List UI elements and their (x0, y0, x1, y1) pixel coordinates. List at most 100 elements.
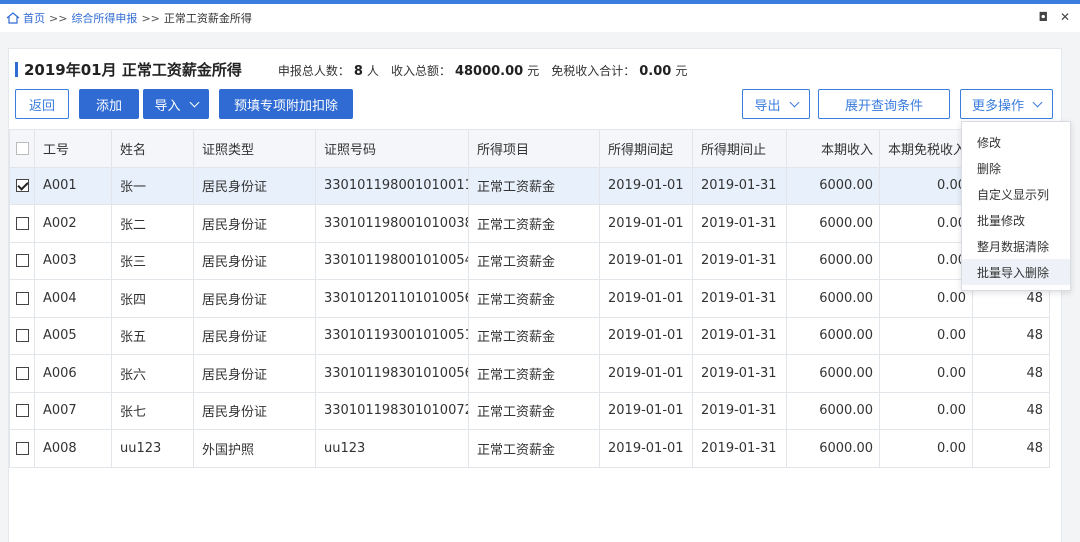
cell-id-type: 居民身份证 (193, 279, 316, 318)
cell-income-item: 正常工资薪金 (468, 279, 600, 318)
cell-income: 6000.00 (786, 391, 880, 430)
row-select-cell[interactable] (9, 316, 35, 355)
cell-income: 6000.00 (786, 354, 880, 393)
cell-period-start: 2019-01-01 (599, 354, 693, 393)
row-select-cell[interactable] (9, 354, 35, 393)
cell-period-end: 2019-01-31 (692, 166, 787, 205)
cell-id: A005 (34, 316, 112, 355)
row-select-cell[interactable] (9, 391, 35, 430)
table-row[interactable]: A008 uu123 外国护照 uu123 正常工资薪金 2019-01-01 2019-0… (9, 429, 1050, 468)
title-accent-bar (15, 62, 18, 77)
back-button[interactable]: 返回 (15, 89, 69, 119)
cell-id: A002 (34, 204, 112, 243)
row-checkbox[interactable] (15, 404, 29, 418)
row-select-cell[interactable] (9, 204, 35, 243)
menu-item-clear-month[interactable]: 整月数据清除 (962, 233, 1070, 259)
row-select-cell[interactable] (9, 279, 35, 318)
row-checkbox[interactable] (15, 254, 29, 268)
table-row[interactable]: A002 张二 居民身份证 330101198001010038 正常工资薪金 2019-… (9, 204, 1050, 243)
table-row[interactable]: A001 张一 居民身份证 330101198001010011 正常工资薪金 2019-… (9, 166, 1050, 205)
col-header-id[interactable]: 工号 (34, 129, 112, 168)
breadcrumb-separator: >> (141, 11, 160, 25)
col-header-name[interactable]: 姓名 (111, 129, 194, 168)
col-header-id-type[interactable]: 证照类型 (193, 129, 316, 168)
cell-period-end: 2019-01-31 (692, 204, 787, 243)
cell-period-start: 2019-01-01 (599, 204, 693, 243)
cell-name: 张二 (111, 204, 194, 243)
table-row[interactable]: A006 张六 居民身份证 330101198301010056 正常工资薪金 2019-… (9, 354, 1050, 393)
count-value: 8 (353, 64, 363, 79)
cell-period-end: 2019-01-31 (692, 279, 787, 318)
close-icon[interactable]: ✕ (1060, 10, 1070, 24)
row-checkbox[interactable] (15, 216, 29, 230)
col-header-id-number[interactable]: 证照号码 (315, 129, 469, 168)
cell-income-item: 正常工资薪金 (468, 166, 600, 205)
restore-icon[interactable]: ◘ (1038, 10, 1048, 24)
row-checkbox[interactable] (15, 441, 29, 455)
taxfree-unit: 元 (675, 64, 688, 78)
breadcrumb-separator: >> (49, 11, 68, 25)
cell-extra: 48 (972, 354, 1050, 393)
row-select-cell[interactable] (9, 166, 35, 205)
table-row[interactable]: A007 张七 居民身份证 330101198301010072 正常工资薪金 2019-… (9, 391, 1050, 430)
menu-item-batch-import-delete[interactable]: 批量导入删除 (962, 259, 1070, 285)
cell-period-end: 2019-01-31 (692, 316, 787, 355)
chevron-down-icon (1032, 97, 1043, 107)
cell-period-start: 2019-01-01 (599, 316, 693, 355)
cell-id-number: 330101198001010011 (315, 166, 469, 205)
cell-income-item: 正常工资薪金 (468, 316, 600, 355)
add-button[interactable]: 添加 (79, 89, 139, 119)
row-checkbox[interactable] (15, 291, 29, 305)
cell-id-number: uu123 (315, 429, 469, 468)
menu-item-edit[interactable]: 修改 (962, 129, 1070, 155)
table-row[interactable]: A003 张三 居民身份证 330101198001010054 正常工资薪金 2019-… (9, 241, 1050, 280)
col-header-period-start[interactable]: 所得期间起 (599, 129, 693, 168)
cell-name: 张七 (111, 391, 194, 430)
row-checkbox[interactable] (15, 366, 29, 380)
cell-extra: 48 (972, 391, 1050, 430)
cell-period-start: 2019-01-01 (599, 241, 693, 280)
menu-item-custom-columns[interactable]: 自定义显示列 (962, 181, 1070, 207)
breadcrumb-level2-link[interactable]: 综合所得申报 (71, 10, 137, 26)
col-header-income[interactable]: 本期收入 (786, 129, 880, 168)
prefill-deduction-button[interactable]: 预填专项附加扣除 (219, 89, 353, 119)
income-value: 48000.00 (454, 64, 524, 79)
taxfree-value: 0.00 (639, 64, 672, 79)
chevron-down-icon (189, 97, 199, 107)
cell-id: A003 (34, 241, 112, 280)
col-header-income-item[interactable]: 所得项目 (468, 129, 600, 168)
menu-item-batch-edit[interactable]: 批量修改 (962, 207, 1070, 233)
select-all-cell[interactable] (9, 129, 35, 168)
cell-name: 张四 (111, 279, 194, 318)
breadcrumb-home-link[interactable]: 首页 (23, 10, 45, 26)
cell-id-number: 330101198001010054 (315, 241, 469, 280)
col-header-taxfree[interactable]: 本期免税收入 (879, 129, 973, 168)
cell-period-end: 2019-01-31 (692, 354, 787, 393)
cell-id-type: 外国护照 (193, 429, 316, 468)
cell-id-number: 330101198301010056 (315, 354, 469, 393)
cell-taxfree: 0.00 (879, 429, 973, 468)
more-actions-label: 更多操作 (971, 98, 1024, 114)
export-button[interactable]: 导出 (742, 89, 810, 119)
menu-item-delete[interactable]: 删除 (962, 155, 1070, 181)
main-panel: 2019年01月 正常工资薪金所得 申报总人数： 8 人 收入总额： 48000… (8, 48, 1062, 542)
cell-name: 张一 (111, 166, 194, 205)
cell-income: 6000.00 (786, 166, 880, 205)
cell-income-item: 正常工资薪金 (468, 391, 600, 430)
row-select-cell[interactable] (9, 241, 35, 280)
cell-id-number: 330101201101010056 (315, 279, 469, 318)
select-all-checkbox[interactable] (15, 141, 29, 155)
row-select-cell[interactable] (9, 429, 35, 468)
cell-id: A004 (34, 279, 112, 318)
table-row[interactable]: A005 张五 居民身份证 330101193001010051 正常工资薪金 2019-… (9, 316, 1050, 355)
row-checkbox[interactable] (15, 329, 29, 343)
home-icon[interactable] (6, 11, 20, 25)
row-checkbox[interactable] (15, 179, 29, 193)
cell-id-number: 330101198301010072 (315, 391, 469, 430)
cell-taxfree: 0.00 (879, 204, 973, 243)
col-header-period-end[interactable]: 所得期间止 (692, 129, 787, 168)
expand-query-button[interactable]: 展开查询条件 (818, 89, 950, 119)
more-actions-button[interactable]: 更多操作 (960, 89, 1053, 119)
table-row[interactable]: A004 张四 居民身份证 330101201101010056 正常工资薪金 2019-… (9, 279, 1050, 318)
import-button[interactable]: 导入 (143, 89, 209, 119)
